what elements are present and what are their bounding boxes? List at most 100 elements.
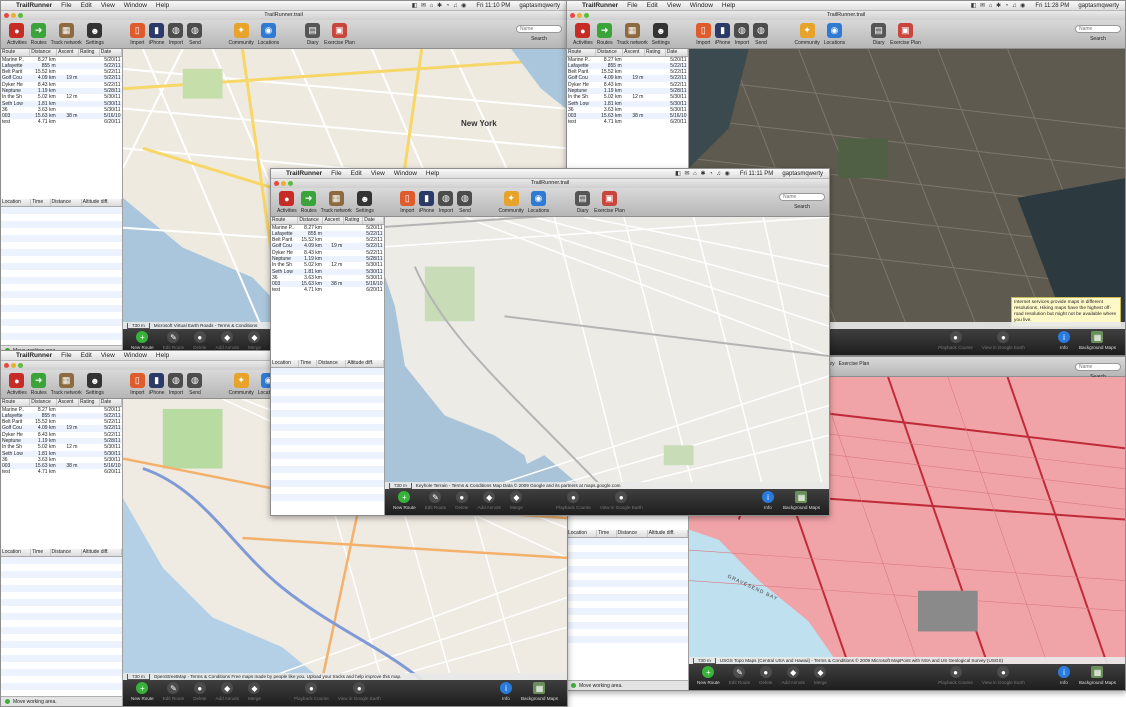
- window-controls[interactable]: [274, 181, 293, 186]
- map-provider[interactable]: USGS Topo Maps (Central USA and Hawaii) …: [720, 658, 1003, 663]
- table-row[interactable]: Marine P.. 8.27 km 5/20/11: [1, 406, 122, 413]
- col-ascent[interactable]: Ascent: [322, 217, 344, 225]
- background-maps-button[interactable]: ▦ Background Maps: [1079, 331, 1116, 350]
- menu-edit[interactable]: Edit: [351, 170, 362, 177]
- background-maps-button[interactable]: ▦ Background Maps: [521, 682, 558, 701]
- menu-file[interactable]: File: [61, 352, 71, 359]
- google-earth-button[interactable]: ● View in Google Earth: [600, 491, 643, 510]
- info-button[interactable]: i Info: [1057, 666, 1070, 685]
- import-device-button[interactable]: ◍ Import: [168, 23, 184, 46]
- import-button[interactable]: ▯ Import: [129, 23, 145, 46]
- col-date[interactable]: Date: [99, 49, 123, 57]
- add-annots-button[interactable]: ◆ Add Annots: [477, 491, 501, 510]
- send-button[interactable]: ◍ Send: [187, 373, 203, 396]
- info-button[interactable]: i Info: [1057, 331, 1070, 350]
- table-row[interactable]: Marine P.. 8.27 km 5/20/11: [567, 56, 688, 63]
- col-time[interactable]: Time: [298, 360, 318, 368]
- col-date[interactable]: Date: [99, 399, 123, 407]
- menu-window[interactable]: Window: [124, 352, 147, 359]
- locations-button[interactable]: ◉ Locations: [528, 191, 549, 214]
- routes-button[interactable]: ➜ Routes: [31, 373, 47, 396]
- search-input[interactable]: [1075, 363, 1121, 371]
- col-rating[interactable]: Rating: [343, 217, 364, 225]
- edit-route-button[interactable]: ✎ Edit Route: [163, 331, 184, 350]
- background-maps-button[interactable]: ▦ Background Maps: [1079, 666, 1116, 685]
- menu-help[interactable]: Help: [156, 352, 169, 359]
- send-button[interactable]: ◍ Send: [187, 23, 203, 46]
- col-distance[interactable]: Distance: [50, 549, 82, 557]
- menu-app[interactable]: TrailRunner: [16, 352, 52, 359]
- diary-button[interactable]: ▤ Diary: [575, 191, 591, 214]
- exercise-plan-button[interactable]: ▣ Exercise Plan: [324, 23, 355, 46]
- table-row[interactable]: Marine P.. 8.27 km 5/20/11: [271, 224, 384, 231]
- import-button[interactable]: ▯ Import: [695, 23, 711, 46]
- col-location[interactable]: Location: [271, 360, 300, 368]
- location-list[interactable]: [1, 206, 122, 355]
- search-input[interactable]: [516, 25, 562, 33]
- add-annots-button[interactable]: ◆ Add Annots: [781, 666, 805, 685]
- settings-button[interactable]: ☻ Settings: [652, 23, 670, 46]
- merge-button[interactable]: ◆ Merge: [248, 331, 261, 350]
- activities-button[interactable]: ● Activities: [7, 373, 27, 396]
- menu-user[interactable]: gaptasmqwerty: [519, 3, 560, 9]
- search-input[interactable]: [1075, 25, 1121, 33]
- col-route[interactable]: Route: [1, 399, 31, 407]
- add-annots-button[interactable]: ◆ Add Annots: [215, 331, 239, 350]
- track-network-button[interactable]: ▦ Track network: [321, 191, 352, 214]
- playback-course-button[interactable]: ● Playback Course: [556, 491, 591, 510]
- new-route-button[interactable]: + New Route: [393, 491, 416, 510]
- settings-button[interactable]: ☻ Settings: [86, 23, 104, 46]
- col-altitude[interactable]: Altitude diff.: [81, 199, 123, 207]
- menu-edit[interactable]: Edit: [81, 2, 92, 9]
- settings-button[interactable]: ☻ Settings: [356, 191, 374, 214]
- col-date[interactable]: Date: [362, 217, 384, 225]
- info-button[interactable]: i Info: [761, 491, 774, 510]
- merge-button[interactable]: ◆ Merge: [248, 682, 261, 701]
- table-row[interactable]: test 4.71 km 6/20/11: [1, 119, 122, 125]
- delete-button[interactable]: ● Delete: [455, 491, 468, 510]
- new-route-button[interactable]: + New Route: [131, 331, 154, 350]
- routes-button[interactable]: ➜ Routes: [301, 191, 317, 214]
- google-earth-button[interactable]: ● View in Google Earth: [338, 682, 381, 701]
- activities-button[interactable]: ● Activities: [277, 191, 297, 214]
- menu-help[interactable]: Help: [426, 170, 439, 177]
- col-ascent[interactable]: Ascent: [56, 49, 79, 57]
- table-row[interactable]: Marine P.. 8.27 km 5/20/11: [1, 56, 122, 63]
- send-button[interactable]: ◍ Send: [753, 23, 769, 46]
- settings-button[interactable]: ☻ Settings: [86, 373, 104, 396]
- map-provider[interactable]: OpenStreetMap - Terms & Conditions Free …: [154, 674, 402, 679]
- col-route[interactable]: Route: [567, 49, 597, 57]
- col-time[interactable]: Time: [30, 549, 51, 557]
- location-list[interactable]: [567, 537, 688, 648]
- col-altitude[interactable]: Altitude diff.: [345, 360, 384, 368]
- delete-button[interactable]: ● Delete: [193, 331, 206, 350]
- edit-route-button[interactable]: ✎ Edit Route: [163, 682, 184, 701]
- track-network-button[interactable]: ▦ Track network: [51, 23, 82, 46]
- edit-route-button[interactable]: ✎ Edit Route: [425, 491, 446, 510]
- menu-window[interactable]: Window: [394, 170, 417, 177]
- menu-user[interactable]: gaptasmqwerty: [782, 171, 823, 177]
- menu-app[interactable]: TrailRunner: [582, 2, 618, 9]
- community-button[interactable]: ✦ Community: [228, 373, 254, 396]
- menu-edit[interactable]: Edit: [647, 2, 658, 9]
- iphone-button[interactable]: ▮ iPhone: [715, 23, 730, 46]
- exercise-plan-button[interactable]: Exercise Plan: [839, 361, 870, 367]
- activities-button[interactable]: ● Activities: [573, 23, 593, 46]
- merge-button[interactable]: ◆ Merge: [510, 491, 523, 510]
- col-time[interactable]: Time: [30, 199, 51, 207]
- menu-help[interactable]: Help: [156, 2, 169, 9]
- search-input[interactable]: [779, 193, 825, 201]
- col-route[interactable]: Route: [1, 49, 31, 57]
- window-controls[interactable]: [570, 13, 589, 18]
- col-time[interactable]: Time: [596, 530, 617, 538]
- menu-help[interactable]: Help: [722, 2, 735, 9]
- google-earth-button[interactable]: ● View in Google Earth: [982, 666, 1025, 685]
- info-button[interactable]: i Info: [499, 682, 512, 701]
- menu-view[interactable]: View: [667, 2, 681, 9]
- playback-course-button[interactable]: ● Playback Course: [938, 666, 973, 685]
- working-area-bar[interactable]: Move working area.: [567, 680, 688, 690]
- menu-user[interactable]: gaptasmqwerty: [1078, 3, 1119, 9]
- map-provider[interactable]: Keyhole Terrain - Terms & Conditions Map…: [416, 483, 621, 488]
- google-earth-button[interactable]: ● View in Google Earth: [982, 331, 1025, 350]
- col-rating[interactable]: Rating: [78, 399, 100, 407]
